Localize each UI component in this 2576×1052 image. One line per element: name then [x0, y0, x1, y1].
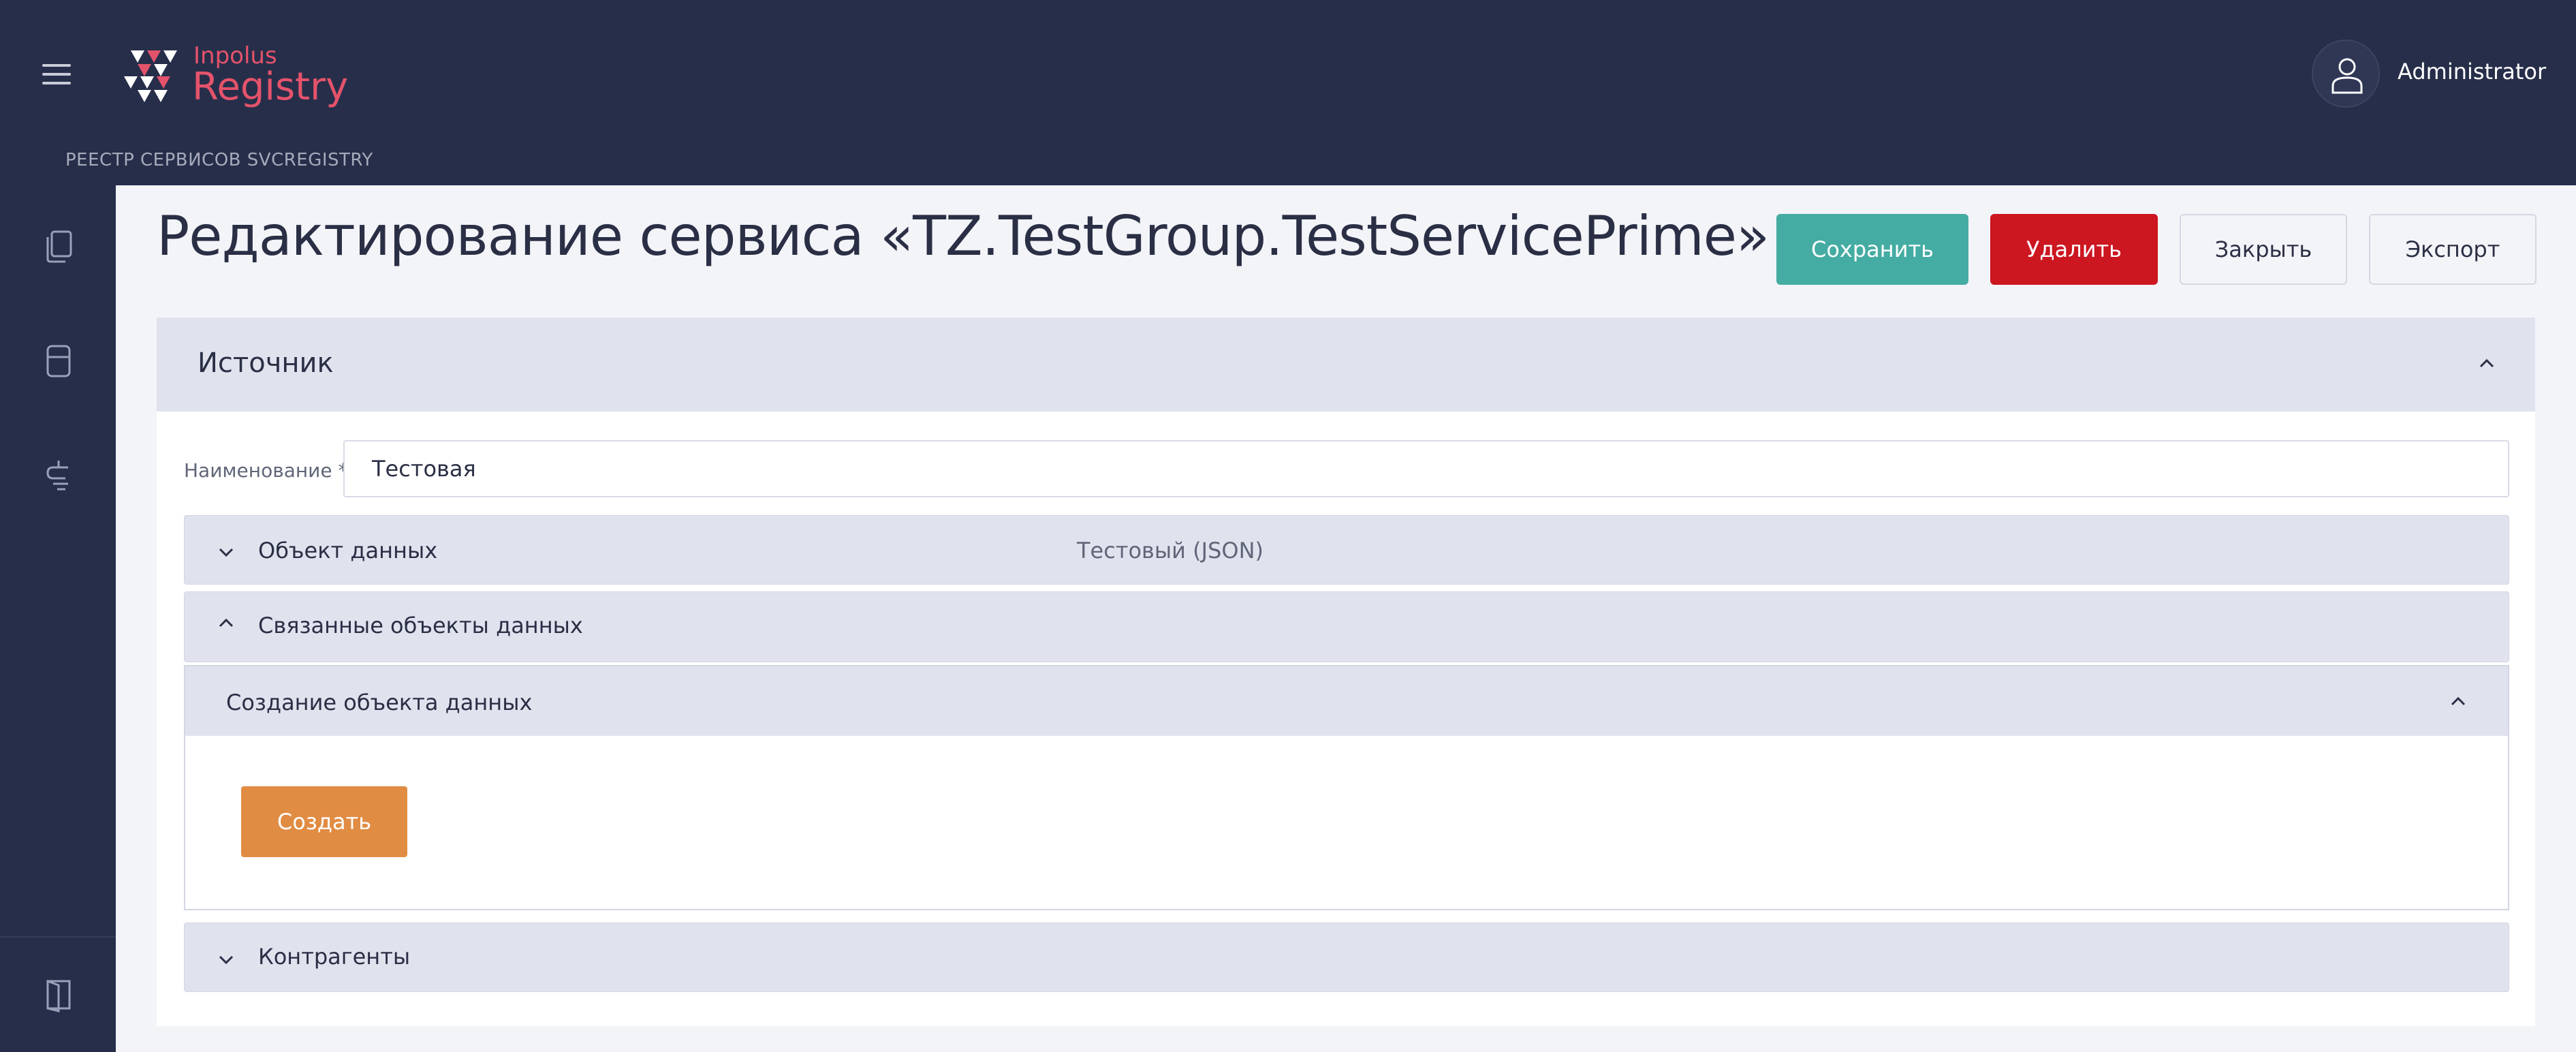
user-name[interactable]: Administrator: [2398, 59, 2546, 84]
name-field[interactable]: Тестовая: [343, 440, 2509, 497]
create-object-title: Создание объекта данных: [226, 690, 533, 715]
database-icon[interactable]: [42, 343, 75, 379]
services-icon[interactable]: [42, 458, 75, 493]
related-objects-label: Связанные объекты данных: [258, 613, 583, 638]
name-field-label: Наименование *: [184, 459, 348, 482]
data-object-value: Тестовый (JSON): [1077, 538, 1263, 563]
breadcrumb[interactable]: РЕЕСТР СЕРВИСОВ SVCREGISTRY: [65, 150, 373, 170]
delete-button[interactable]: Удалить: [1990, 214, 2158, 285]
accordion-contractors[interactable]: Контрагенты: [184, 923, 2509, 992]
accordion-data-object[interactable]: Объект данных Тестовый (JSON): [184, 515, 2509, 585]
user-icon: [2331, 58, 2363, 94]
page-title: Редактирование сервиса «TZ.TestGroup.Tes…: [157, 204, 1770, 268]
source-card: Источник Наименование * Тестовая Объект …: [157, 318, 2535, 1026]
chevron-down-icon[interactable]: [216, 542, 236, 562]
create-button[interactable]: Создать: [241, 786, 407, 857]
sidebar-divider: [0, 936, 116, 938]
logo-main-text: Registry: [192, 65, 349, 109]
close-button[interactable]: Закрыть: [2180, 214, 2347, 285]
logo-mark-icon: [124, 50, 177, 102]
chevron-up-icon[interactable]: [216, 613, 236, 633]
export-button[interactable]: Экспорт: [2369, 214, 2536, 285]
create-object-panel: Создание объекта данных Создать: [184, 665, 2509, 910]
chevron-up-icon[interactable]: [2477, 353, 2497, 373]
menu-toggle-icon[interactable]: [42, 64, 71, 84]
top-header: Inpolus Registry РЕЕСТР СЕРВИСОВ SVCREGI…: [0, 0, 2576, 185]
app-logo[interactable]: Inpolus Registry: [121, 42, 366, 110]
source-card-header[interactable]: Источник: [157, 318, 2535, 412]
save-button[interactable]: Сохранить: [1776, 214, 1968, 285]
data-object-label: Объект данных: [258, 538, 438, 563]
chevron-down-icon[interactable]: [216, 949, 236, 970]
left-sidebar: [0, 185, 116, 1052]
contractors-label: Контрагенты: [258, 944, 411, 970]
exit-icon[interactable]: [42, 977, 75, 1012]
chevron-up-icon[interactable]: [2448, 691, 2468, 711]
documents-icon[interactable]: [42, 229, 75, 264]
create-object-header[interactable]: Создание объекта данных: [185, 666, 2508, 736]
source-card-title: Источник: [198, 347, 334, 379]
user-avatar[interactable]: [2312, 40, 2380, 108]
accordion-related-objects[interactable]: Связанные объекты данных: [184, 591, 2509, 662]
